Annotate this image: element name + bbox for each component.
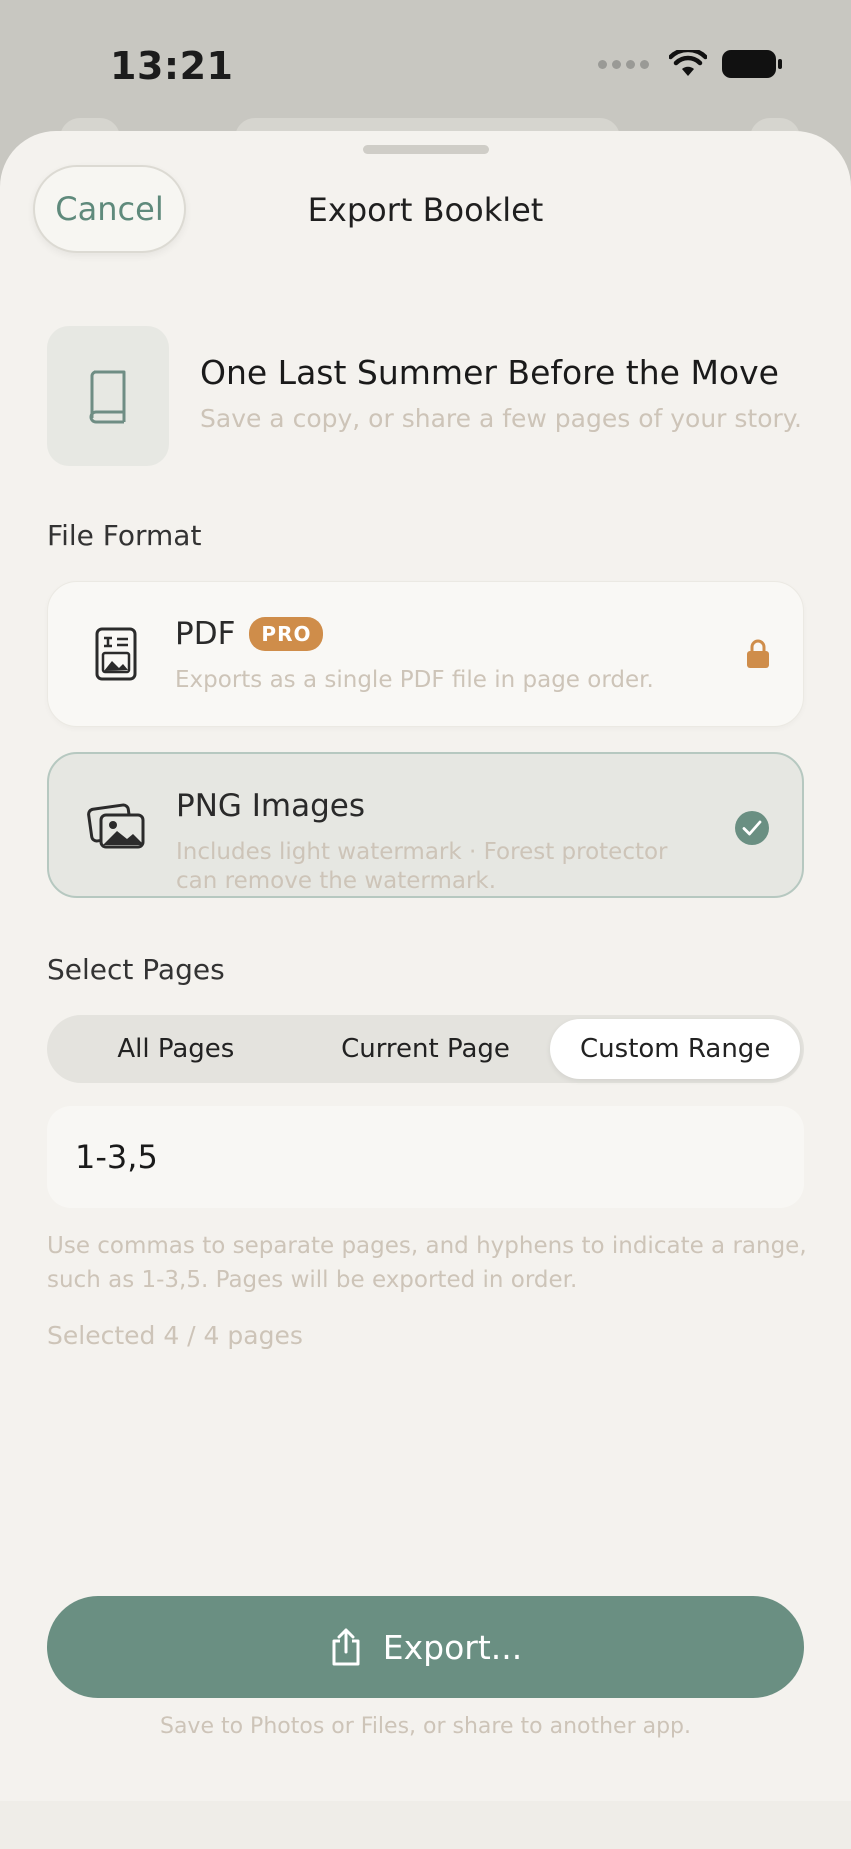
lock-icon bbox=[745, 638, 771, 674]
book-icon bbox=[89, 370, 126, 424]
pdf-option-name: PDF PRO bbox=[175, 616, 324, 652]
pdf-label: PDF bbox=[175, 616, 236, 652]
export-sheet: Cancel Export Booklet One Last Summer Be… bbox=[0, 131, 851, 1849]
export-label: Export... bbox=[382, 1627, 523, 1667]
status-icons bbox=[598, 48, 783, 80]
pro-badge: PRO bbox=[249, 617, 324, 651]
selected-pages-count: Selected 4 / 4 pages bbox=[47, 1321, 303, 1350]
share-icon bbox=[332, 1628, 360, 1666]
booklet-title: One Last Summer Before the Move bbox=[200, 353, 779, 392]
sheet-title: Export Booklet bbox=[307, 191, 544, 229]
png-option-name: PNG Images bbox=[176, 788, 365, 824]
page-selection-segmented-control: All Pages Current Page Custom Range bbox=[47, 1015, 804, 1083]
png-description: Includes light watermark · Forest protec… bbox=[176, 839, 668, 894]
range-hint: Use commas to separate pages, and hyphen… bbox=[47, 1233, 807, 1293]
booklet-thumbnail bbox=[47, 326, 169, 466]
select-pages-label: Select Pages bbox=[47, 953, 225, 986]
signal-icon bbox=[598, 59, 649, 69]
pdf-document-icon bbox=[84, 622, 148, 686]
tab-custom-range[interactable]: Custom Range bbox=[550, 1019, 801, 1079]
pdf-description: Exports as a single PDF file in page ord… bbox=[175, 667, 654, 693]
sheet-bottom-area bbox=[0, 1801, 851, 1849]
status-time: 13:21 bbox=[110, 44, 234, 88]
page-range-input[interactable] bbox=[47, 1106, 804, 1208]
export-button[interactable]: Export... bbox=[47, 1596, 804, 1698]
images-icon bbox=[85, 794, 149, 858]
sheet-grabber[interactable] bbox=[363, 145, 489, 154]
tab-current-page[interactable]: Current Page bbox=[301, 1019, 551, 1079]
file-format-label: File Format bbox=[47, 519, 202, 552]
booklet-subtitle: Save a copy, or share a few pages of you… bbox=[200, 404, 802, 433]
format-option-pdf[interactable]: PDF PRO Exports as a single PDF file in … bbox=[47, 581, 804, 727]
export-note: Save to Photos or Files, or share to ano… bbox=[159, 1714, 692, 1739]
wifi-icon bbox=[669, 50, 707, 76]
format-option-png[interactable]: PNG Images Includes light watermark · Fo… bbox=[47, 752, 804, 898]
tab-all-pages[interactable]: All Pages bbox=[51, 1019, 301, 1079]
screen: 13:21 Cancel Export Booklet One Last Sum… bbox=[0, 0, 851, 1849]
battery-icon bbox=[722, 50, 782, 78]
check-circle-icon bbox=[734, 810, 770, 850]
